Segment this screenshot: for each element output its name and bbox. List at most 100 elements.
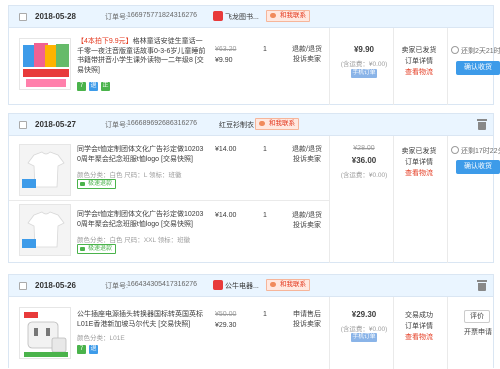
- order-card: 2018-05-27 订单号: 166689692686316276 红豆衫制衣…: [8, 113, 500, 263]
- complain-seller-link[interactable]: 投诉卖家: [285, 320, 329, 330]
- order-number: 166434305417316276: [127, 281, 198, 288]
- order-number: 166689692686316276: [127, 120, 198, 127]
- product-thumbnail[interactable]: [19, 307, 71, 359]
- unit-price: ¥9.90: [215, 57, 233, 64]
- refund-return-link[interactable]: 退款/退货: [285, 45, 329, 55]
- product-spec: 颜色分类：白色 尺码：L 领标：班徽: [77, 172, 182, 179]
- product-spec: 颜色分类：L01E: [77, 335, 125, 342]
- order-header: 2018-05-26 订单号: 166434305417316276 公牛电器.…: [9, 275, 493, 297]
- complain-seller-link[interactable]: 投诉卖家: [285, 155, 329, 165]
- product-spec: 颜色分类：白色 尺码：XXL 领标：班徽: [77, 237, 191, 244]
- product-title[interactable]: 公牛插座电源插头转换器国标转英国英标 L01E香港新加坡马尔代夫 [交易快照]: [77, 310, 207, 329]
- chat-seller-button[interactable]: 和我联系: [266, 279, 310, 291]
- shop-name[interactable]: 公牛电器...: [225, 281, 259, 291]
- unit-price: ¥14.00: [215, 212, 237, 219]
- order-number: 166975771824316276: [127, 12, 198, 19]
- product-thumbnail[interactable]: [19, 38, 71, 90]
- trash-icon[interactable]: [477, 279, 487, 291]
- fast-refund-badge: 极速退款: [77, 179, 117, 189]
- divider: [393, 136, 394, 263]
- order-header: 2018-05-28 订单号: 166975771824316276 飞龙图书.…: [9, 6, 493, 28]
- product-title[interactable]: 同学会t恤定制团体文化广告衫定做10203 0周年聚会纪念班服t恤logo [交…: [77, 210, 207, 229]
- complain-seller-link[interactable]: 投诉卖家: [285, 221, 329, 231]
- seven-day-return-icon: 7: [77, 345, 86, 354]
- quantity: 1: [263, 146, 267, 153]
- view-logistics-link[interactable]: 查看物流: [397, 67, 441, 77]
- order-detail-link[interactable]: 订单详情: [397, 321, 441, 331]
- divider: [329, 297, 330, 369]
- order-checkbox[interactable]: [19, 121, 27, 129]
- refund-return-link[interactable]: 退款/退货: [285, 145, 329, 155]
- original-total: ¥28.00: [353, 145, 375, 152]
- divider: [447, 297, 448, 369]
- order-status: 交易成功: [405, 312, 433, 319]
- original-price: ¥50.00: [215, 311, 237, 318]
- product-title[interactable]: 同学会t恤定制团体文化广告衫定做10203 0周年聚会纪念班服t恤logo [交…: [77, 145, 207, 164]
- shop-icon: [213, 280, 223, 290]
- authentic-icon: 正: [101, 82, 110, 91]
- white-tshirt-image: [20, 205, 70, 255]
- refund-return-link[interactable]: 退款/退货: [285, 211, 329, 221]
- quantity: 1: [263, 46, 267, 53]
- item-divider: [9, 200, 329, 201]
- order-detail-link[interactable]: 订单详情: [397, 56, 441, 66]
- view-logistics-link[interactable]: 查看物流: [397, 168, 441, 178]
- refund-guarantee-icon: 退: [89, 345, 98, 354]
- freight-note: (含运费：¥0.00): [340, 172, 388, 179]
- book-set-image: [20, 39, 70, 89]
- view-logistics-link[interactable]: 查看物流: [397, 332, 441, 342]
- chat-seller-button[interactable]: 和我联系: [255, 118, 299, 130]
- order-detail-link[interactable]: 订单详情: [397, 157, 441, 167]
- original-price: ¥63.20: [215, 46, 237, 53]
- order-header: 2018-05-27 订单号: 166689692686316276 红豆衫制衣…: [9, 114, 493, 136]
- divider: [393, 297, 394, 369]
- shop-name[interactable]: 红豆衫制衣: [219, 120, 254, 130]
- order-card: 2018-05-28 订单号: 166975771824316276 飞龙图书.…: [8, 5, 500, 105]
- product-thumbnail[interactable]: [19, 144, 71, 196]
- after-sale-link[interactable]: 申请售后: [285, 310, 329, 320]
- divider: [393, 28, 394, 105]
- confirm-receipt-button[interactable]: 确认收货: [456, 61, 500, 75]
- order-total: ¥36.00: [351, 156, 377, 165]
- quantity: 1: [263, 311, 267, 318]
- complain-seller-link[interactable]: 投诉卖家: [285, 55, 329, 65]
- invoice-request-link[interactable]: 开票申请: [457, 327, 499, 337]
- divider: [329, 136, 330, 263]
- order-total: ¥29.30: [351, 310, 377, 319]
- order-number-label: 订单号:: [105, 283, 128, 290]
- review-button[interactable]: 评价: [464, 310, 490, 323]
- order-date: 2018-05-27: [35, 120, 76, 129]
- mobile-order-badge: 手机订单: [351, 333, 377, 342]
- confirm-receipt-button[interactable]: 确认收货: [456, 160, 500, 174]
- mobile-order-badge: 手机订单: [351, 69, 377, 78]
- shop-icon: [213, 11, 223, 21]
- product-title[interactable]: 【4本拍下9.9元】格林童话安徒生童话一千零一夜注音版童话故事0-3-6岁儿童睡…: [77, 37, 207, 75]
- order-total: ¥9.90: [353, 45, 375, 54]
- divider: [329, 28, 330, 105]
- order-status: 卖家已发货: [401, 47, 437, 54]
- order-card: 2018-05-26 订单号: 166434305417316276 公牛电器.…: [8, 274, 494, 369]
- auto-confirm-countdown: 还剩2天21时40分: [451, 46, 500, 56]
- fast-refund-badge: 极速退款: [77, 244, 117, 254]
- order-checkbox[interactable]: [19, 282, 27, 290]
- freight-note: (含运费：¥0.00): [340, 326, 388, 333]
- auto-confirm-countdown: 还剩17时22分: [451, 146, 500, 156]
- order-status: 卖家已发货: [401, 148, 437, 155]
- divider: [447, 28, 448, 105]
- trash-icon[interactable]: [477, 118, 487, 130]
- unit-price: ¥14.00: [215, 146, 237, 153]
- seven-day-return-icon: 7: [77, 82, 86, 91]
- unit-price: ¥29.30: [215, 322, 237, 329]
- refund-guarantee-icon: 退: [89, 82, 98, 91]
- order-date: 2018-05-28: [35, 12, 76, 21]
- chat-seller-button[interactable]: 和我联系: [266, 10, 310, 22]
- freight-note: (含运费：¥0.00): [340, 61, 388, 68]
- order-checkbox[interactable]: [19, 13, 27, 21]
- shop-name[interactable]: 飞龙图书...: [225, 12, 259, 22]
- quantity: 1: [263, 212, 267, 219]
- white-tshirt-image: [20, 145, 70, 195]
- power-adapter-image: [20, 308, 70, 358]
- divider: [447, 136, 448, 263]
- order-number-label: 订单号:: [105, 14, 128, 21]
- product-thumbnail[interactable]: [19, 204, 71, 256]
